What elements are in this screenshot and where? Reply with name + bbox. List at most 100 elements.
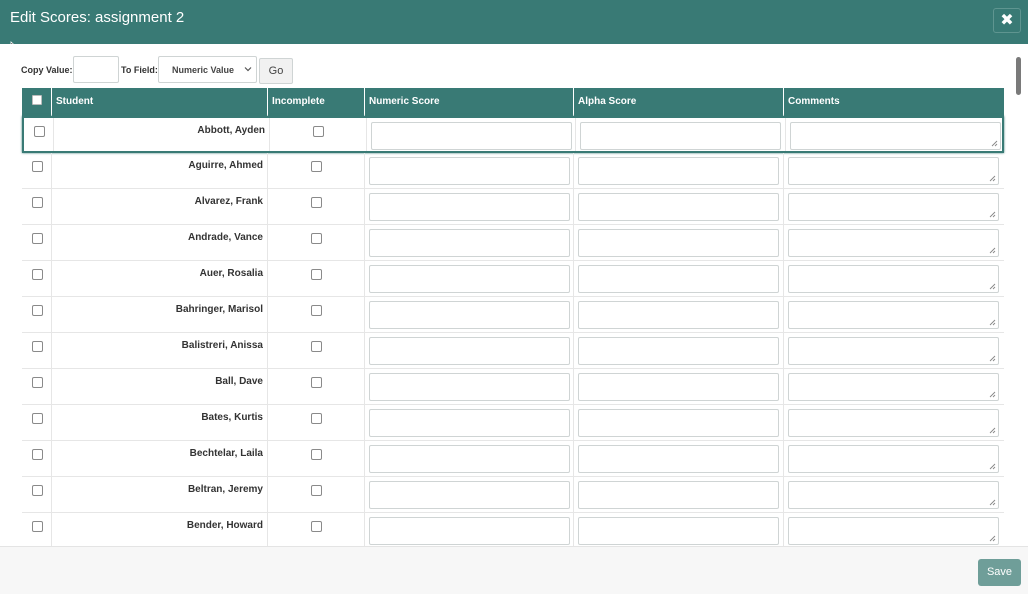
incomplete-checkbox[interactable] bbox=[311, 305, 322, 316]
resize-grip-icon[interactable] bbox=[989, 427, 996, 434]
incomplete-checkbox[interactable] bbox=[311, 269, 322, 280]
resize-grip-icon[interactable] bbox=[989, 535, 996, 542]
comments-textarea[interactable] bbox=[788, 301, 999, 329]
incomplete-checkbox[interactable] bbox=[311, 521, 322, 532]
table-row[interactable]: Bechtelar, Laila bbox=[22, 441, 1004, 477]
numeric-score-input[interactable] bbox=[369, 157, 570, 185]
incomplete-checkbox[interactable] bbox=[311, 377, 322, 388]
row-select-checkbox[interactable] bbox=[32, 413, 43, 424]
resize-grip-icon[interactable] bbox=[989, 499, 996, 506]
header-incomplete[interactable]: Incomplete bbox=[268, 88, 365, 116]
table-row[interactable]: Bender, Howard bbox=[22, 513, 1004, 546]
numeric-score-input[interactable] bbox=[369, 481, 570, 509]
comments-textarea[interactable] bbox=[788, 517, 999, 545]
table-row[interactable]: Bates, Kurtis bbox=[22, 405, 1004, 441]
resize-grip-icon[interactable] bbox=[989, 175, 996, 182]
resize-grip-icon[interactable] bbox=[989, 391, 996, 398]
comments-textarea[interactable] bbox=[788, 229, 999, 257]
comments-textarea[interactable] bbox=[788, 265, 999, 293]
select-all-checkbox[interactable] bbox=[32, 95, 42, 105]
row-select-checkbox[interactable] bbox=[34, 126, 45, 137]
comments-textarea[interactable] bbox=[788, 193, 999, 221]
alpha-score-input[interactable] bbox=[578, 409, 779, 437]
resize-grip-icon[interactable] bbox=[989, 463, 996, 470]
close-button[interactable]: ✖ bbox=[993, 8, 1021, 33]
row-select-checkbox[interactable] bbox=[32, 197, 43, 208]
incomplete-checkbox[interactable] bbox=[311, 449, 322, 460]
incomplete-checkbox[interactable] bbox=[311, 233, 322, 244]
numeric-score-input[interactable] bbox=[369, 301, 570, 329]
alpha-score-input[interactable] bbox=[578, 373, 779, 401]
alpha-score-input[interactable] bbox=[578, 301, 779, 329]
resize-grip-icon[interactable] bbox=[991, 140, 998, 147]
alpha-score-input[interactable] bbox=[578, 337, 779, 365]
resize-grip-icon[interactable] bbox=[989, 355, 996, 362]
incomplete-checkbox[interactable] bbox=[311, 485, 322, 496]
table-row[interactable]: Aguirre, Ahmed bbox=[22, 153, 1004, 189]
table-row[interactable]: Ball, Dave bbox=[22, 369, 1004, 405]
header-comments[interactable]: Comments bbox=[784, 88, 1004, 116]
incomplete-checkbox[interactable] bbox=[311, 197, 322, 208]
comments-textarea[interactable] bbox=[788, 157, 999, 185]
alpha-score-input[interactable] bbox=[578, 157, 779, 185]
row-select-checkbox[interactable] bbox=[32, 161, 43, 172]
alpha-score-input[interactable] bbox=[578, 517, 779, 545]
resize-grip-icon[interactable] bbox=[989, 283, 996, 290]
alpha-score-input[interactable] bbox=[578, 229, 779, 257]
comments-textarea[interactable] bbox=[788, 481, 999, 509]
numeric-score-input[interactable] bbox=[371, 122, 572, 150]
row-select-checkbox[interactable] bbox=[32, 449, 43, 460]
alpha-score-input[interactable] bbox=[578, 481, 779, 509]
alpha-score-input[interactable] bbox=[578, 265, 779, 293]
table-row[interactable]: Balistreri, Anissa bbox=[22, 333, 1004, 369]
table-row[interactable]: Alvarez, Frank bbox=[22, 189, 1004, 225]
incomplete-checkbox[interactable] bbox=[311, 341, 322, 352]
comments-cell bbox=[784, 441, 1004, 476]
alpha-score-input[interactable] bbox=[578, 193, 779, 221]
comments-textarea[interactable] bbox=[788, 445, 999, 473]
row-select-checkbox[interactable] bbox=[32, 521, 43, 532]
table-row[interactable]: Abbott, Ayden bbox=[22, 116, 1004, 153]
alpha-score-input[interactable] bbox=[580, 122, 781, 150]
numeric-score-input[interactable] bbox=[369, 265, 570, 293]
numeric-score-input[interactable] bbox=[369, 373, 570, 401]
numeric-score-input[interactable] bbox=[369, 337, 570, 365]
resize-grip-icon[interactable] bbox=[989, 211, 996, 218]
table-row[interactable]: Auer, Rosalia bbox=[22, 261, 1004, 297]
comments-textarea[interactable] bbox=[790, 122, 1001, 150]
row-select-checkbox[interactable] bbox=[32, 269, 43, 280]
resize-grip-icon[interactable] bbox=[989, 319, 996, 326]
comments-textarea[interactable] bbox=[788, 337, 999, 365]
table-row[interactable]: Andrade, Vance bbox=[22, 225, 1004, 261]
go-button[interactable]: Go bbox=[259, 58, 293, 84]
incomplete-cell bbox=[268, 297, 365, 332]
save-button[interactable]: Save bbox=[978, 559, 1021, 586]
header-student[interactable]: Student bbox=[52, 88, 268, 116]
numeric-score-input[interactable] bbox=[369, 229, 570, 257]
numeric-score-input[interactable] bbox=[369, 193, 570, 221]
header-alpha-score[interactable]: Alpha Score bbox=[574, 88, 784, 116]
numeric-score-input[interactable] bbox=[369, 517, 570, 545]
incomplete-checkbox[interactable] bbox=[311, 413, 322, 424]
copy-value-input[interactable] bbox=[73, 56, 119, 83]
resize-grip-icon[interactable] bbox=[989, 247, 996, 254]
row-select-checkbox[interactable] bbox=[32, 485, 43, 496]
incomplete-checkbox[interactable] bbox=[313, 126, 324, 137]
header-numeric-score[interactable]: Numeric Score bbox=[365, 88, 574, 116]
row-select-checkbox[interactable] bbox=[32, 305, 43, 316]
student-cell: Bechtelar, Laila bbox=[52, 441, 268, 476]
table-row[interactable]: Beltran, Jeremy bbox=[22, 477, 1004, 513]
copy-value-bar: Copy Value: To Field: Numeric Value Go bbox=[0, 44, 1010, 88]
to-field-select[interactable]: Numeric Value bbox=[158, 56, 257, 83]
row-select-checkbox[interactable] bbox=[32, 233, 43, 244]
row-select-checkbox[interactable] bbox=[32, 341, 43, 352]
comments-textarea[interactable] bbox=[788, 409, 999, 437]
scrollbar-thumb[interactable] bbox=[1016, 57, 1021, 95]
table-row[interactable]: Bahringer, Marisol bbox=[22, 297, 1004, 333]
row-select-checkbox[interactable] bbox=[32, 377, 43, 388]
comments-textarea[interactable] bbox=[788, 373, 999, 401]
alpha-score-input[interactable] bbox=[578, 445, 779, 473]
numeric-score-input[interactable] bbox=[369, 409, 570, 437]
numeric-score-input[interactable] bbox=[369, 445, 570, 473]
incomplete-checkbox[interactable] bbox=[311, 161, 322, 172]
